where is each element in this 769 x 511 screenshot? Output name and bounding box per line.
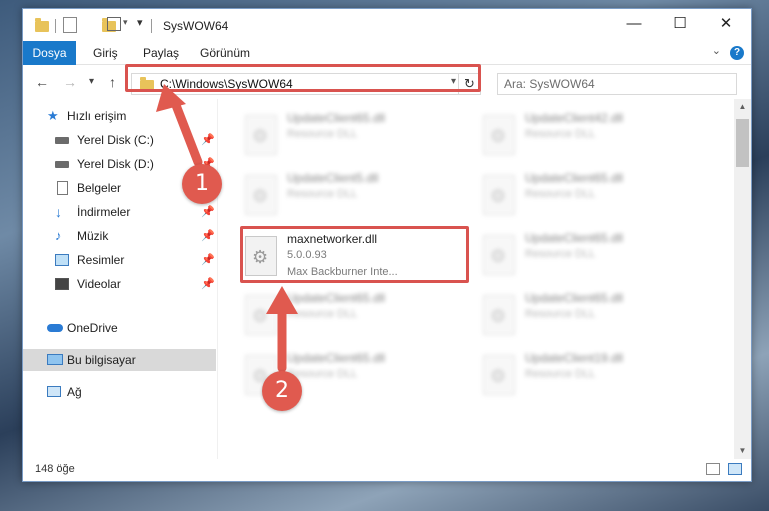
arrow-1: [156, 84, 203, 167]
callout-arrows: [156, 84, 298, 373]
callout-badge-2: 2: [262, 371, 302, 411]
callout-badge-1: 1: [182, 164, 222, 204]
arrow-2: [266, 286, 298, 373]
